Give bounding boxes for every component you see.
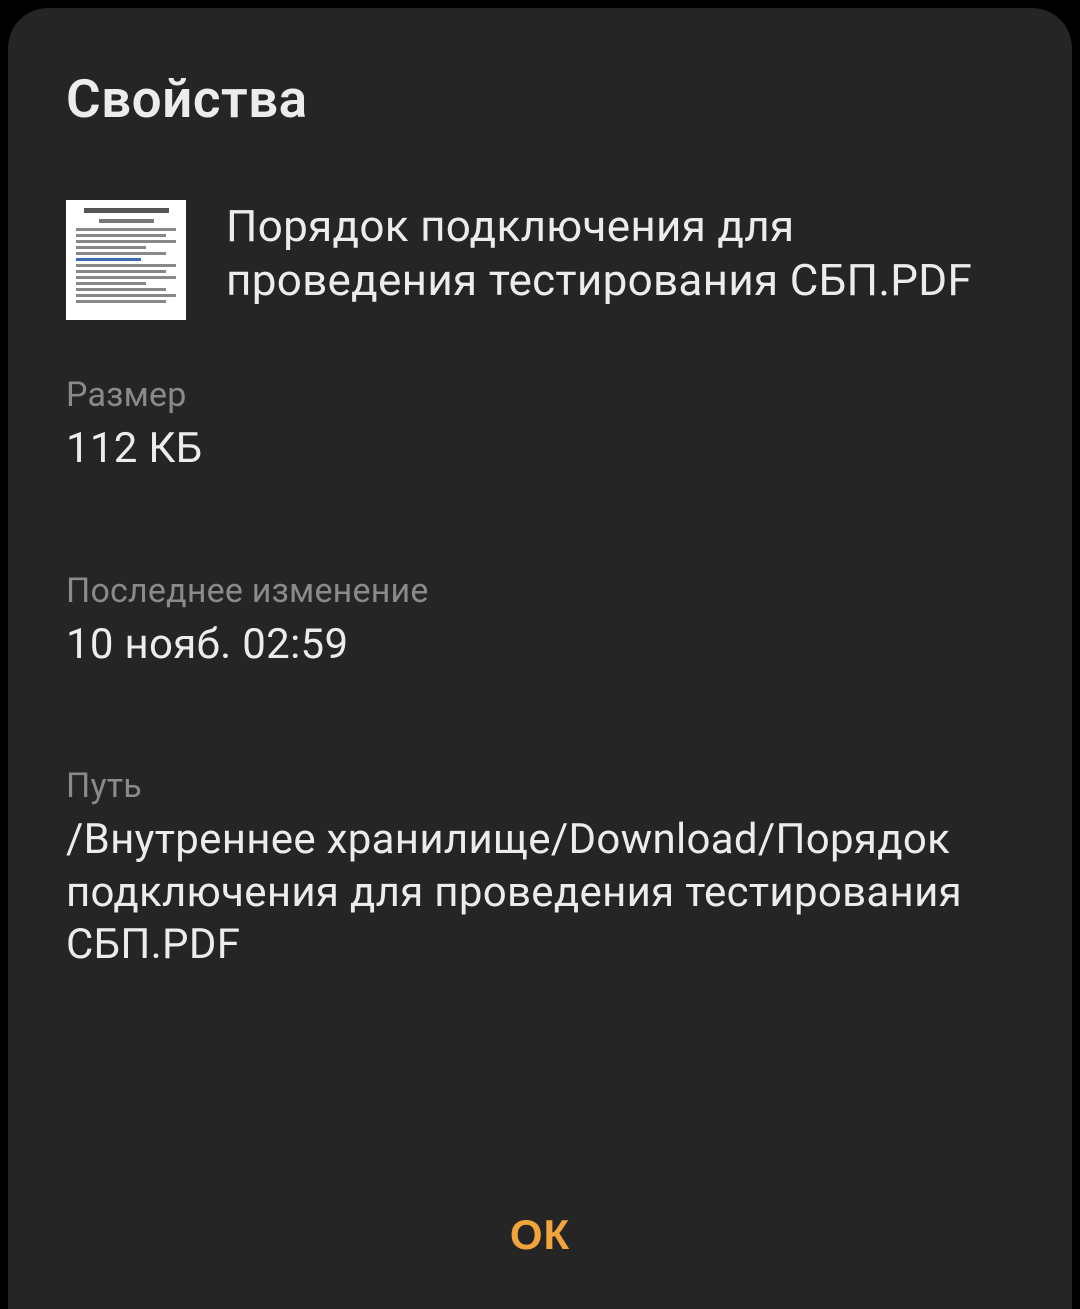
path-value: /Внутреннее хранилище/Download/Порядок п…: [66, 814, 1014, 972]
path-section: Путь /Внутреннее хранилище/Download/Поря…: [66, 766, 1014, 972]
ok-button[interactable]: ОК: [480, 1201, 600, 1269]
dialog-footer: ОК: [66, 1171, 1014, 1269]
modified-value: 10 нояб. 02:59: [66, 619, 1014, 672]
size-section: Размер 112 КБ: [66, 375, 1014, 476]
size-value: 112 КБ: [66, 423, 1014, 476]
size-label: Размер: [66, 375, 1014, 415]
properties-dialog: Свойства Порядок подключения для проведе…: [8, 8, 1072, 1309]
modified-section: Последнее изменение 10 нояб. 02:59: [66, 571, 1014, 672]
file-name: Порядок подключения для проведения тести…: [226, 200, 1014, 307]
modified-label: Последнее изменение: [66, 571, 1014, 611]
pdf-thumbnail-icon: [66, 200, 186, 320]
file-header: Порядок подключения для проведения тести…: [66, 200, 1014, 320]
dialog-title: Свойства: [66, 68, 1014, 130]
path-label: Путь: [66, 766, 1014, 806]
